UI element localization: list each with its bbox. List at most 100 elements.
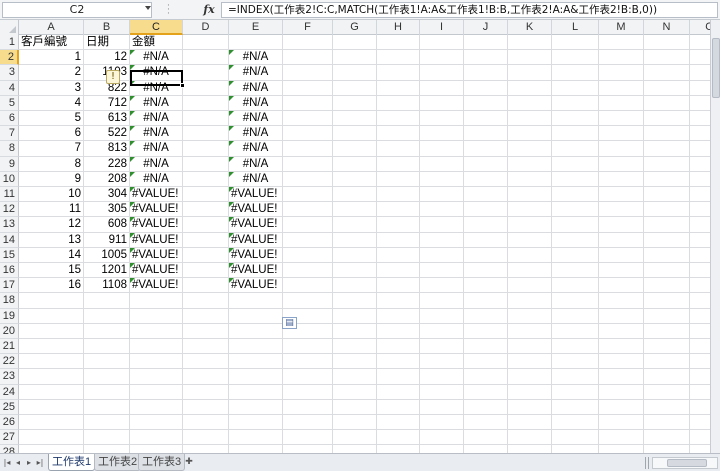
cell-l7[interactable] [552, 126, 599, 142]
cell-a2[interactable]: 1 [19, 50, 84, 66]
row-header[interactable]: 19 [0, 308, 19, 324]
cell-m18[interactable] [599, 293, 644, 309]
cell-k24[interactable] [508, 384, 552, 400]
cell-k15[interactable] [508, 247, 552, 263]
cell-a11[interactable]: 10 [19, 187, 84, 203]
tab-splitter[interactable] [645, 457, 649, 469]
cell-n21[interactable] [644, 339, 690, 355]
cell-d2[interactable] [183, 50, 229, 66]
cell-j16[interactable] [464, 263, 508, 279]
cell-i4[interactable] [420, 80, 464, 96]
cell-k14[interactable] [508, 232, 552, 248]
cell-e22[interactable] [229, 354, 283, 370]
cell-e16[interactable]: #VALUE! [229, 263, 283, 279]
cell-j9[interactable] [464, 156, 508, 172]
cell-c25[interactable] [130, 399, 183, 415]
cell-k22[interactable] [508, 354, 552, 370]
cell-o9[interactable] [690, 157, 710, 172]
cell-a13[interactable]: 12 [19, 217, 84, 233]
cell-e2[interactable]: #N/A [229, 50, 283, 66]
cell-k10[interactable] [508, 171, 552, 187]
cell-e26[interactable] [229, 415, 283, 431]
cell-h27[interactable] [377, 430, 420, 446]
cell-k27[interactable] [508, 430, 552, 446]
cell-c16[interactable]: #VALUE! [130, 263, 183, 279]
sheet-tab-2[interactable]: 工作表2 [94, 454, 142, 471]
cell-e11[interactable]: #VALUE! [229, 187, 283, 203]
cell-k3[interactable] [508, 65, 552, 81]
row-header[interactable]: 16 [0, 263, 19, 279]
cell-f12[interactable] [283, 202, 333, 218]
cell-h7[interactable] [377, 126, 420, 142]
cell-i25[interactable] [420, 399, 464, 415]
vertical-scrollbar[interactable] [710, 20, 720, 453]
cell-i14[interactable] [420, 232, 464, 248]
cell-j23[interactable] [464, 369, 508, 385]
cell-a9[interactable]: 8 [19, 156, 84, 172]
cell-i28[interactable] [420, 445, 464, 453]
cell-j5[interactable] [464, 95, 508, 111]
cell-d15[interactable] [183, 247, 229, 263]
cell-e17[interactable]: #VALUE! [229, 278, 283, 294]
cell-j13[interactable] [464, 217, 508, 233]
cell-b7[interactable]: 522 [84, 126, 130, 142]
cell-n22[interactable] [644, 354, 690, 370]
cell-c21[interactable] [130, 339, 183, 355]
cell-g19[interactable] [333, 308, 377, 324]
cell-e9[interactable]: #N/A [229, 156, 283, 172]
select-all-button[interactable] [0, 20, 19, 35]
cell-h22[interactable] [377, 354, 420, 370]
cell-e7[interactable]: #N/A [229, 126, 283, 142]
cell-a21[interactable] [19, 339, 84, 355]
cell-a20[interactable] [19, 323, 84, 339]
cell-a23[interactable] [19, 369, 84, 385]
cell-j6[interactable] [464, 111, 508, 127]
cell-l25[interactable] [552, 399, 599, 415]
cell-m15[interactable] [599, 247, 644, 263]
cell-i12[interactable] [420, 202, 464, 218]
cell-h19[interactable] [377, 308, 420, 324]
cell-o21[interactable] [690, 339, 710, 355]
cell-j21[interactable] [464, 339, 508, 355]
cell-g9[interactable] [333, 156, 377, 172]
cell-a6[interactable]: 5 [19, 111, 84, 127]
cell-j18[interactable] [464, 293, 508, 309]
cell-f24[interactable] [283, 384, 333, 400]
cell-i5[interactable] [420, 95, 464, 111]
cell-k13[interactable] [508, 217, 552, 233]
insert-function-button[interactable]: fx [200, 2, 218, 18]
cell-f3[interactable] [283, 65, 333, 81]
column-header-j[interactable]: J [464, 20, 508, 35]
cell-b15[interactable]: 1005 [84, 247, 130, 263]
cell-d9[interactable] [183, 156, 229, 172]
first-sheet-icon[interactable]: |◂ [2, 457, 12, 468]
cell-e28[interactable] [229, 445, 283, 453]
cell-e13[interactable]: #VALUE! [229, 217, 283, 233]
name-box[interactable]: C2 [2, 2, 152, 18]
cell-a27[interactable] [19, 430, 84, 446]
cell-b2[interactable]: 12 [84, 50, 130, 66]
cell-i13[interactable] [420, 217, 464, 233]
cell-b10[interactable]: 208 [84, 171, 130, 187]
cell-d6[interactable] [183, 111, 229, 127]
cell-l19[interactable] [552, 308, 599, 324]
cell-a15[interactable]: 14 [19, 247, 84, 263]
cell-d16[interactable] [183, 263, 229, 279]
cell-g6[interactable] [333, 111, 377, 127]
row-header[interactable]: 20 [0, 323, 19, 339]
cell-i23[interactable] [420, 369, 464, 385]
horizontal-scrollbar[interactable] [652, 457, 718, 469]
cell-b22[interactable] [84, 354, 130, 370]
cell-d14[interactable] [183, 232, 229, 248]
cell-i6[interactable] [420, 111, 464, 127]
cell-h18[interactable] [377, 293, 420, 309]
cell-c24[interactable] [130, 384, 183, 400]
cell-b21[interactable] [84, 339, 130, 355]
cell-b19[interactable] [84, 308, 130, 324]
row-header[interactable]: 12 [0, 202, 19, 218]
cell-l3[interactable] [552, 65, 599, 81]
cell-m24[interactable] [599, 384, 644, 400]
cell-b24[interactable] [84, 384, 130, 400]
cell-n13[interactable] [644, 217, 690, 233]
cell-e24[interactable] [229, 384, 283, 400]
